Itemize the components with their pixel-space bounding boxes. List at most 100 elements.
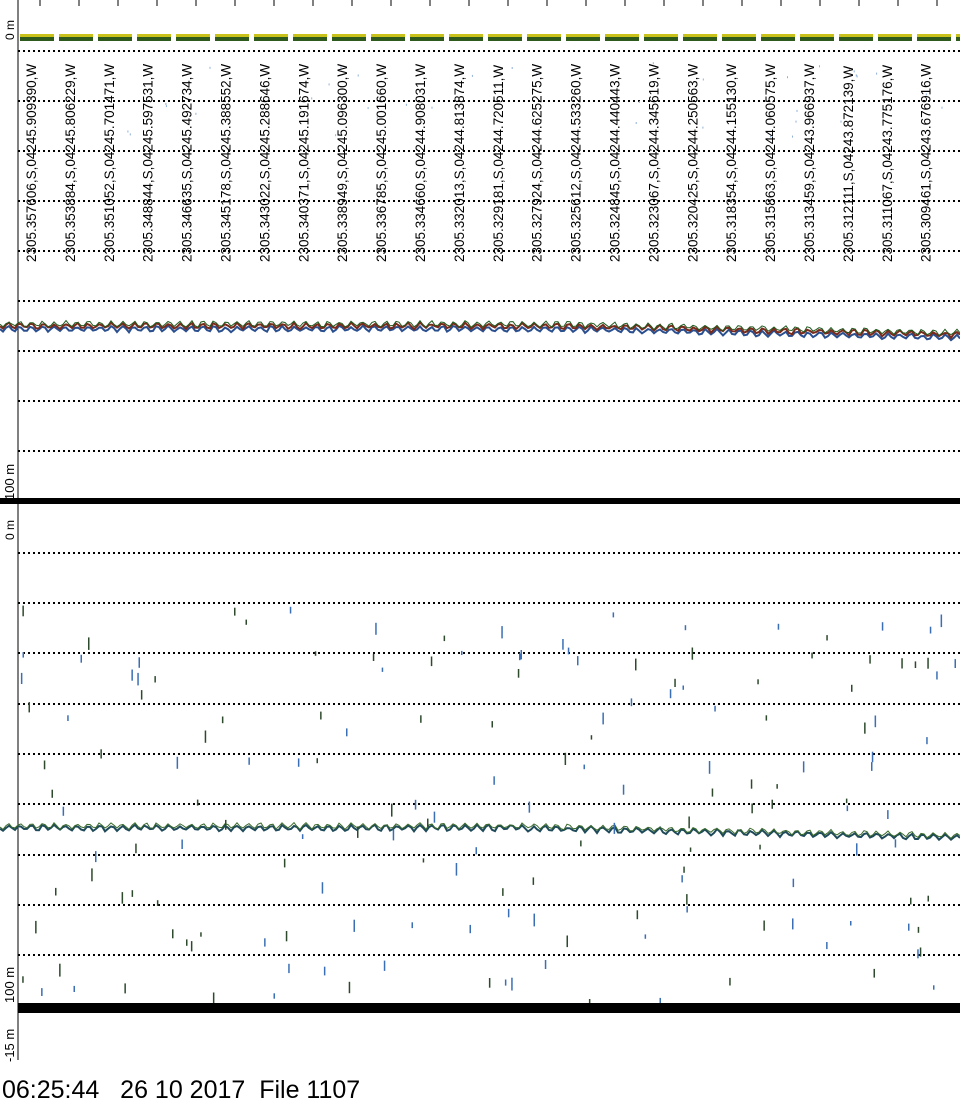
surface-band-segment [449,37,483,41]
scatter-echo [635,658,637,671]
scatter-echo [502,888,504,896]
lower-depth-scale-label: 100 m [2,967,17,1003]
scatter-echo [940,614,943,628]
speckle-echo [511,67,513,69]
surface-band-segment [98,37,132,41]
footer-file: File 1107 [259,1076,361,1104]
surface-band-segment [410,37,444,41]
speckle-echo [795,120,797,123]
speckle-echo [876,72,878,75]
speckle-echo [328,83,330,86]
scatter-echo [62,806,65,816]
position-label: 2305.348844,S,04245.597531,W [141,64,156,262]
scatter-echo [887,810,889,819]
scatter-echo [528,801,531,813]
speckle-echo [855,74,857,77]
surface-band-segment [527,37,561,41]
scatter-echo [580,840,582,847]
scatter-echo [491,721,493,728]
scatter-echo [792,878,795,888]
lower-depth-bottom-label: -15 m [2,1029,17,1062]
speckle-echo [129,133,131,136]
scatter-echo [636,910,639,920]
position-label: 2305.340371,S,04245.191674,W [296,64,311,262]
speckle-echo [209,66,211,69]
scatter-echo [708,761,711,774]
echogram-canvas: 2305.357606,S,04245.909390,W 2305.353884,… [0,0,960,1062]
seabed-echo-lower [0,821,960,842]
speckle-echo [796,109,798,112]
surface-band-segment [878,34,912,37]
scatter-echo [630,698,633,707]
surface-band-segment [566,34,600,37]
surface-band-segment [956,37,960,41]
scatter-echo [433,811,436,823]
position-label: 2305.315863,S,04244.060575,W [763,64,778,262]
speckle-echo [819,65,820,68]
scatter-echo [688,816,690,829]
scatter-echo [684,625,687,631]
surface-band-segment [566,37,600,41]
scatter-echo [225,819,227,830]
lower-depth-top-label: 0 m [3,520,17,540]
scatter-echo [544,960,547,969]
scatter-echo [777,623,780,630]
scatter-echo [41,988,43,996]
scatter-echo [763,920,765,931]
scatter-echo [729,977,731,986]
scatter-echo [375,622,377,635]
scatter-echo [20,672,23,684]
surface-band-segment [59,34,93,37]
scatter-echo [874,715,877,728]
scatter-echo [826,635,828,641]
scatter-echo [901,658,903,669]
position-label: 2305.312111,S,04243.872139,W [841,66,856,262]
speckle-echo [702,78,704,81]
scatter-echo [297,758,300,767]
scatter-echo [908,923,910,931]
scatter-echo [590,735,593,740]
position-label: 2305.345178,S,04245.388552,W [219,64,234,262]
scatter-echo [138,657,140,668]
surface-band-segment [956,34,960,37]
scatter-echo [91,868,93,882]
scatter-echo [577,656,579,666]
surface-band-segment [20,34,54,37]
scatter-echo [845,798,848,804]
scatter-echo [196,799,199,806]
surface-band-segment [293,37,327,41]
panel-divider-upper [0,498,960,504]
scatter-echo [22,976,24,983]
scatter-echo [28,702,30,713]
upper-depth-top-label: 0 m [3,20,17,40]
surface-band-segment [332,37,366,41]
scatter-echo [910,897,912,905]
scatter-echo [289,606,292,614]
scatter-echo [353,919,355,932]
scatter-echo [674,678,676,687]
scatter-echo [321,882,324,894]
scatter-echo [411,922,413,929]
surface-band-segment [683,34,717,37]
surface-band-segment [176,34,210,37]
position-label: 2305.327924,S,04244.625275,W [530,64,545,262]
scatter-echo [314,651,317,656]
scatter-echo [714,705,716,712]
scatter-echo [154,676,156,683]
scatter-echo [383,960,386,971]
scatter-echo [686,894,688,905]
scatter-echo [469,924,471,934]
scatter-echo [669,689,672,699]
ping-tick-marks [39,0,938,6]
speckle-echo [405,103,407,106]
scatter-echo [564,752,567,765]
surface-band-segment [683,37,717,41]
surface-band-segment [605,37,639,41]
scatter-echo [602,712,604,725]
surface-band [20,34,960,41]
scatter-echo [427,818,429,827]
scatter-echo [622,784,625,795]
surface-band-segment [254,34,288,37]
scatter-echo [520,650,522,660]
scatter-echo [22,652,24,658]
